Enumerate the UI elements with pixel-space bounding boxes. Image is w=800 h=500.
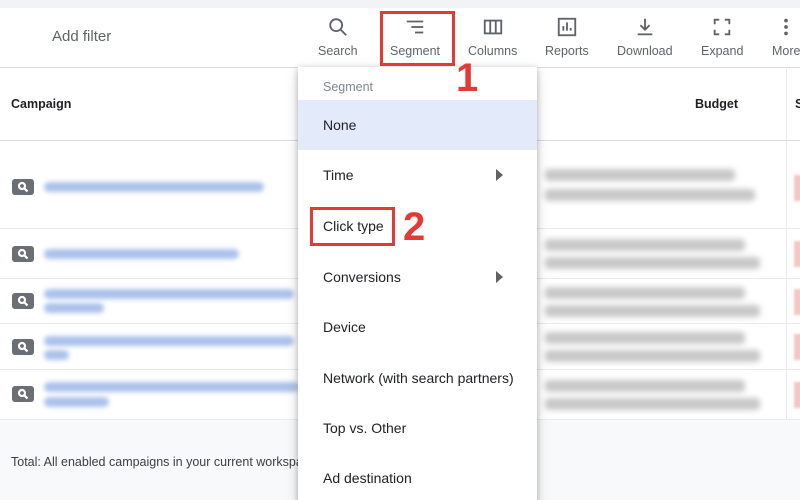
add-filter-button[interactable]: Add filter: [52, 28, 111, 45]
more-button-label: More: [772, 44, 800, 58]
campaign-name-blurred[interactable]: [44, 336, 294, 346]
menu-item-ad-destination[interactable]: Ad destination: [298, 453, 537, 500]
blurred-cell: [545, 287, 745, 299]
search-button[interactable]: Search: [318, 16, 358, 64]
menu-item-label: Ad destination: [323, 470, 412, 486]
search-campaign-icon: [12, 339, 34, 355]
segment-button[interactable]: Segment: [390, 16, 440, 64]
menu-item-network[interactable]: Network (with search partners): [298, 353, 537, 403]
blurred-status: [794, 289, 800, 315]
campaign-name-blurred[interactable]: [44, 397, 109, 407]
search-campaign-icon: [12, 386, 34, 402]
segment-menu: Segment None Time Click type Conversions…: [298, 67, 537, 500]
column-header-campaign[interactable]: Campaign: [11, 97, 71, 111]
blurred-cell: [545, 239, 745, 251]
segment-button-label: Segment: [390, 44, 441, 58]
blurred-cell: [545, 169, 735, 181]
menu-item-label: Time: [323, 167, 354, 183]
expand-button[interactable]: Expand: [701, 16, 743, 64]
step-number-2: 2: [403, 205, 426, 249]
campaign-name-blurred[interactable]: [44, 289, 294, 299]
search-icon: [329, 18, 347, 36]
download-button[interactable]: Download: [617, 16, 673, 64]
menu-item-label: Network (with search partners): [323, 370, 514, 386]
campaign-name-blurred[interactable]: [44, 350, 69, 360]
blurred-status: [794, 334, 800, 360]
menu-item-label: Click type: [323, 218, 384, 234]
campaign-name-blurred[interactable]: [44, 303, 104, 313]
reports-button[interactable]: Reports: [545, 16, 589, 64]
campaign-name-blurred[interactable]: [44, 249, 239, 259]
blurred-status: [794, 241, 800, 267]
menu-item-conversions[interactable]: Conversions: [298, 252, 537, 302]
download-button-label: Download: [617, 44, 673, 58]
toolbar: Add filter Search Segment Columns Report…: [0, 8, 800, 68]
reports-icon: [557, 17, 577, 37]
blurred-cell: [545, 332, 745, 344]
submenu-arrow-icon: [496, 271, 503, 283]
expand-icon: [713, 18, 731, 36]
blurred-cell: [545, 257, 760, 269]
search-campaign-icon: [12, 179, 34, 195]
blurred-cell: [545, 398, 760, 410]
menu-item-top-vs-other[interactable]: Top vs. Other: [298, 403, 537, 453]
column-header-status-partial[interactable]: S: [795, 97, 800, 111]
blurred-cell: [545, 305, 760, 317]
blurred-status: [794, 382, 800, 408]
segment-icon: [406, 20, 424, 34]
menu-item-none[interactable]: None: [298, 100, 537, 150]
segment-menu-header: Segment: [323, 80, 374, 94]
expand-button-label: Expand: [701, 44, 744, 58]
search-button-label: Search: [318, 44, 358, 58]
search-campaign-icon: [12, 246, 34, 262]
submenu-arrow-icon: [496, 169, 503, 181]
menu-item-label: Conversions: [323, 269, 401, 285]
total-row-label: Total: All enabled campaigns in your cur…: [11, 455, 317, 469]
campaign-name-blurred[interactable]: [44, 382, 299, 392]
menu-item-label: None: [323, 117, 357, 133]
column-header-budget[interactable]: Budget: [695, 97, 738, 111]
menu-item-time[interactable]: Time: [298, 150, 537, 200]
menu-item-device[interactable]: Device: [298, 302, 537, 352]
blurred-status: [794, 175, 800, 201]
download-icon: [637, 18, 653, 36]
top-strip: [0, 0, 800, 8]
more-vert-icon: [784, 18, 789, 36]
menu-item-label: Top vs. Other: [323, 420, 407, 436]
more-button[interactable]: More: [772, 16, 800, 64]
step-number-1: 1: [456, 56, 479, 100]
blurred-cell: [545, 350, 760, 362]
columns-icon: [483, 19, 502, 35]
search-campaign-icon: [12, 293, 34, 309]
menu-item-label: Device: [323, 319, 366, 335]
blurred-cell: [545, 189, 755, 201]
campaign-name-blurred[interactable]: [44, 182, 264, 192]
reports-button-label: Reports: [545, 44, 589, 58]
blurred-cell: [545, 380, 745, 392]
